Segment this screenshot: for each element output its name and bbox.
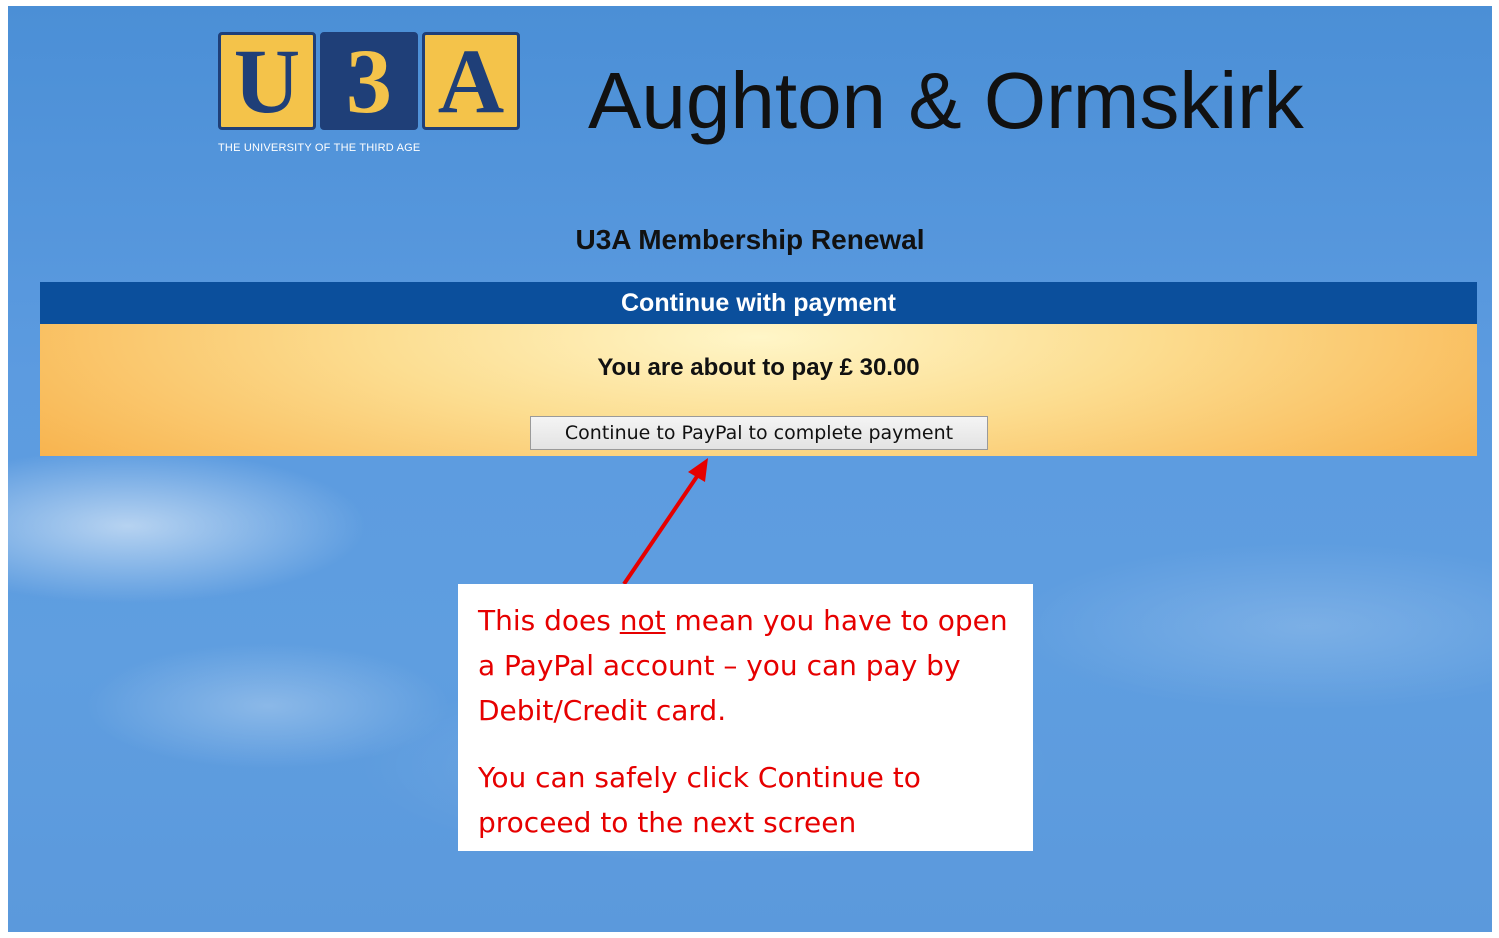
- logo-tagline: THE UNIVERSITY OF THE THIRD AGE: [218, 142, 421, 154]
- callout-paragraph-2: You can safely click Continue to proceed…: [478, 761, 921, 839]
- callout-emphasis: not: [619, 604, 666, 637]
- logo-letter-3: 3: [320, 32, 418, 130]
- callout-text-part: This does: [478, 604, 620, 637]
- page-heading: U3A Membership Renewal: [575, 224, 925, 255]
- payment-amount-text: You are about to pay £ 30.00: [597, 354, 920, 381]
- payment-panel: Continue with payment You are about to p…: [40, 282, 1477, 456]
- logo-tiles: U 3 A: [218, 32, 520, 130]
- u3a-logo: U 3 A THE UNIVERSITY OF THE THIRD AGE: [218, 32, 534, 172]
- site-title: Aughton & Ormskirk: [588, 56, 1304, 145]
- callout-paragraph-1: This does not mean you have to open a Pa…: [478, 598, 1013, 733]
- page-background: U 3 A THE UNIVERSITY OF THE THIRD AGE Au…: [8, 6, 1492, 932]
- continue-to-paypal-button[interactable]: Continue to PayPal to complete payment: [530, 416, 988, 450]
- panel-header: Continue with payment: [40, 282, 1477, 324]
- arrow-head: [688, 458, 708, 482]
- logo-letter-a: A: [422, 32, 520, 130]
- arrow-shaft: [622, 470, 702, 586]
- annotation-callout: This does not mean you have to open a Pa…: [458, 584, 1033, 851]
- logo-letter-u: U: [218, 32, 316, 130]
- panel-body: You are about to pay £ 30.00 Continue to…: [40, 324, 1477, 456]
